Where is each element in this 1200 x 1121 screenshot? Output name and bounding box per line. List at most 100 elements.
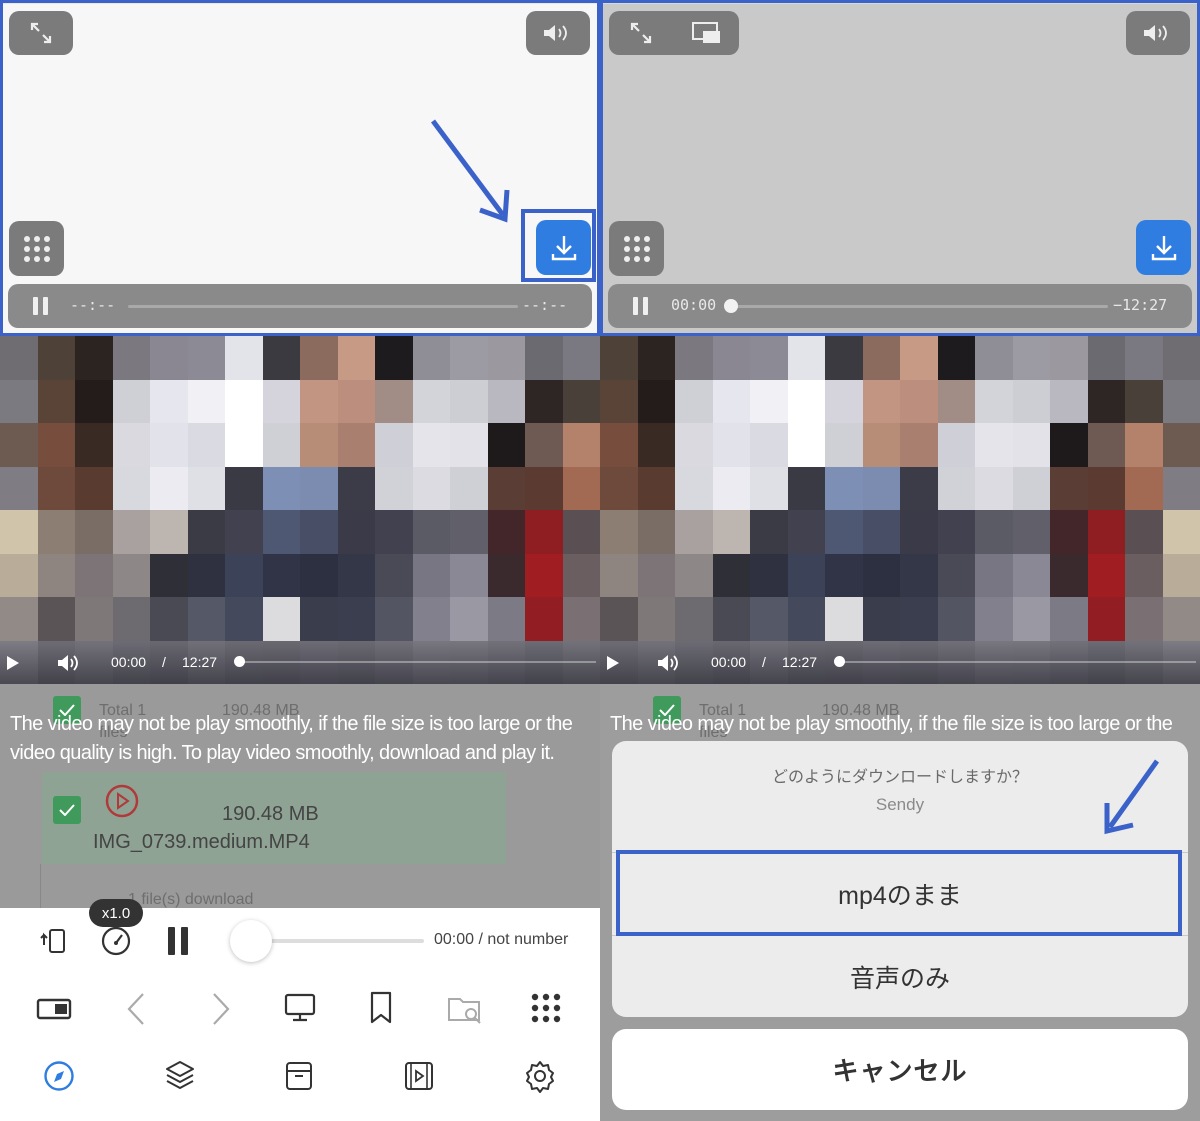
rotate-icon[interactable] xyxy=(40,927,70,955)
mosaic-cell xyxy=(487,423,525,467)
video-progress-knob[interactable] xyxy=(834,656,845,667)
mosaic-cell xyxy=(562,466,600,510)
mosaic-cell xyxy=(75,379,113,423)
mosaic-cell xyxy=(375,510,413,554)
speedometer-icon[interactable] xyxy=(100,925,132,957)
mosaic-cell xyxy=(562,553,600,597)
video-progress-knob[interactable] xyxy=(234,656,245,667)
mosaic-cell xyxy=(37,336,75,380)
mosaic-cell xyxy=(862,553,900,597)
video-player[interactable]: --:-- --:-- xyxy=(0,0,600,336)
dots-grid-icon xyxy=(23,235,50,262)
seek-track[interactable] xyxy=(730,305,1108,308)
picture-in-picture-icon[interactable] xyxy=(691,21,723,45)
download-button[interactable] xyxy=(1136,220,1191,275)
bookmark-icon[interactable] xyxy=(369,991,393,1025)
mosaic-cell xyxy=(1125,553,1163,597)
mosaic-cell xyxy=(262,336,300,380)
playback-slider-knob[interactable] xyxy=(230,920,272,962)
settings-icon[interactable] xyxy=(523,1059,557,1093)
seek-track[interactable] xyxy=(128,305,518,308)
volume-button[interactable] xyxy=(1126,11,1190,55)
mosaic-cell xyxy=(187,553,225,597)
highlight-box xyxy=(616,850,1182,936)
forward-icon[interactable] xyxy=(210,992,232,1026)
mosaic-cell xyxy=(75,510,113,554)
mosaic-cell xyxy=(487,336,525,380)
mosaic-cell xyxy=(262,597,300,641)
mosaic-cell xyxy=(225,336,263,380)
play-icon[interactable] xyxy=(6,655,20,671)
volume-icon[interactable] xyxy=(57,653,81,673)
mosaic-cell xyxy=(600,423,638,467)
video-control-bar: 00:00 / 12:27 xyxy=(0,640,600,684)
video-player[interactable]: 00:00 −12:27 xyxy=(600,0,1200,336)
mosaic-cell xyxy=(712,597,750,641)
mosaic-cell xyxy=(375,553,413,597)
mosaic-cell xyxy=(975,466,1013,510)
menu-grid-button[interactable] xyxy=(9,221,64,276)
mosaic-cell xyxy=(412,466,450,510)
mosaic-cell xyxy=(337,597,375,641)
seek-knob[interactable] xyxy=(724,299,738,313)
video-control-bar: 00:00 / 12:27 xyxy=(600,640,1200,684)
mosaic-cell xyxy=(937,423,975,467)
video-progress-track[interactable] xyxy=(836,661,1196,663)
mosaic-cell xyxy=(1012,597,1050,641)
expand-icon[interactable] xyxy=(628,20,654,46)
pause-icon[interactable] xyxy=(32,297,50,315)
mosaic-cell xyxy=(862,597,900,641)
mosaic-cell xyxy=(112,510,150,554)
mosaic-cell xyxy=(300,597,338,641)
mosaic-cell xyxy=(600,597,638,641)
mosaic-cell xyxy=(1050,597,1088,641)
mosaic-cell xyxy=(675,336,713,380)
grid-menu-icon[interactable] xyxy=(531,993,561,1023)
window-icon[interactable] xyxy=(36,997,72,1021)
compass-icon[interactable] xyxy=(43,1060,75,1092)
mosaic-cell xyxy=(750,336,788,380)
mosaic-cell xyxy=(1012,510,1050,554)
mosaic-cell xyxy=(1050,423,1088,467)
mosaic-cell xyxy=(525,423,563,467)
mosaic-cell xyxy=(1125,379,1163,423)
desktop-icon[interactable] xyxy=(284,993,316,1023)
mosaic-cell xyxy=(637,510,675,554)
cancel-button[interactable]: キャンセル xyxy=(612,1029,1188,1110)
mosaic-cell xyxy=(675,423,713,467)
video-icon[interactable] xyxy=(403,1060,435,1092)
back-icon[interactable] xyxy=(125,992,147,1026)
mosaic-cell xyxy=(337,553,375,597)
seek-bar[interactable]: 00:00 −12:27 xyxy=(608,284,1192,328)
folder-search-icon[interactable] xyxy=(447,993,483,1025)
mosaic-cell xyxy=(37,379,75,423)
pause-button[interactable] xyxy=(167,927,189,955)
mosaic-cell xyxy=(1087,379,1125,423)
mosaic-cell xyxy=(900,423,938,467)
video-duration: 12:27 xyxy=(182,654,218,670)
menu-grid-button[interactable] xyxy=(609,221,664,276)
mosaic-cell xyxy=(637,423,675,467)
play-icon[interactable] xyxy=(606,655,620,671)
fullscreen-button[interactable] xyxy=(9,11,73,55)
remaining-time: −12:27 xyxy=(1113,296,1168,314)
playback-slider-track[interactable] xyxy=(250,939,424,943)
mosaic-cell xyxy=(1087,510,1125,554)
pause-icon[interactable] xyxy=(632,297,650,315)
file-checkbox-icon[interactable] xyxy=(53,796,81,824)
mosaic-cell xyxy=(712,510,750,554)
video-progress-track[interactable] xyxy=(236,661,596,663)
layers-icon[interactable] xyxy=(164,1059,196,1093)
mosaic-cell xyxy=(37,510,75,554)
mosaic-cell xyxy=(825,466,863,510)
speed-badge[interactable]: x1.0 xyxy=(89,899,143,927)
seek-bar[interactable]: --:-- --:-- xyxy=(8,284,592,328)
mosaic-cell xyxy=(675,510,713,554)
mosaic-cell xyxy=(300,379,338,423)
mosaic-cell xyxy=(262,510,300,554)
mosaic-cell xyxy=(1162,597,1200,641)
volume-icon[interactable] xyxy=(657,653,681,673)
archive-icon[interactable] xyxy=(284,1060,314,1092)
option-audio-only[interactable]: 音声のみ xyxy=(612,936,1188,1017)
volume-button[interactable] xyxy=(526,11,590,55)
